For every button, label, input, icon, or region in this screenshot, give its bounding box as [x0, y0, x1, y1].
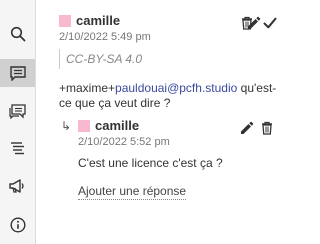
reply-arrow-icon: ↳ [61, 119, 72, 133]
author-color-swatch [59, 15, 71, 27]
info-icon[interactable] [0, 211, 35, 239]
chat-icon[interactable] [0, 97, 35, 125]
reply-body: C'est une licence c'est ça ? [78, 156, 223, 170]
reply-date: 2/10/2022 5:52 pm [78, 136, 170, 148]
comment-body-prefix: +maxime+ [59, 81, 116, 95]
resolve-check-icon[interactable] [261, 14, 279, 32]
comment-body: +maxime+pauldouai@pcfh.studio qu'est-ce … [59, 81, 281, 111]
quoted-text: CC-BY-SA 4.0 [59, 49, 286, 69]
reply-author: camille [95, 118, 140, 133]
comment-date: 2/10/2022 5:49 pm [59, 31, 151, 43]
reply-author-color-swatch [78, 120, 90, 132]
delete-icon[interactable] [238, 14, 256, 32]
add-reply-link[interactable]: Ajouter une réponse [78, 184, 187, 200]
reply-delete-icon[interactable] [258, 119, 276, 137]
megaphone-icon[interactable] [0, 172, 35, 200]
mention-link[interactable]: pauldouai@pcfh.studio [115, 81, 237, 95]
search-icon[interactable] [0, 20, 35, 48]
comment-author: camille [76, 13, 121, 28]
comment-icon[interactable] [0, 59, 35, 87]
reply-edit-icon[interactable] [238, 119, 256, 137]
sidebar [0, 0, 36, 244]
text-list-icon[interactable] [0, 134, 35, 162]
